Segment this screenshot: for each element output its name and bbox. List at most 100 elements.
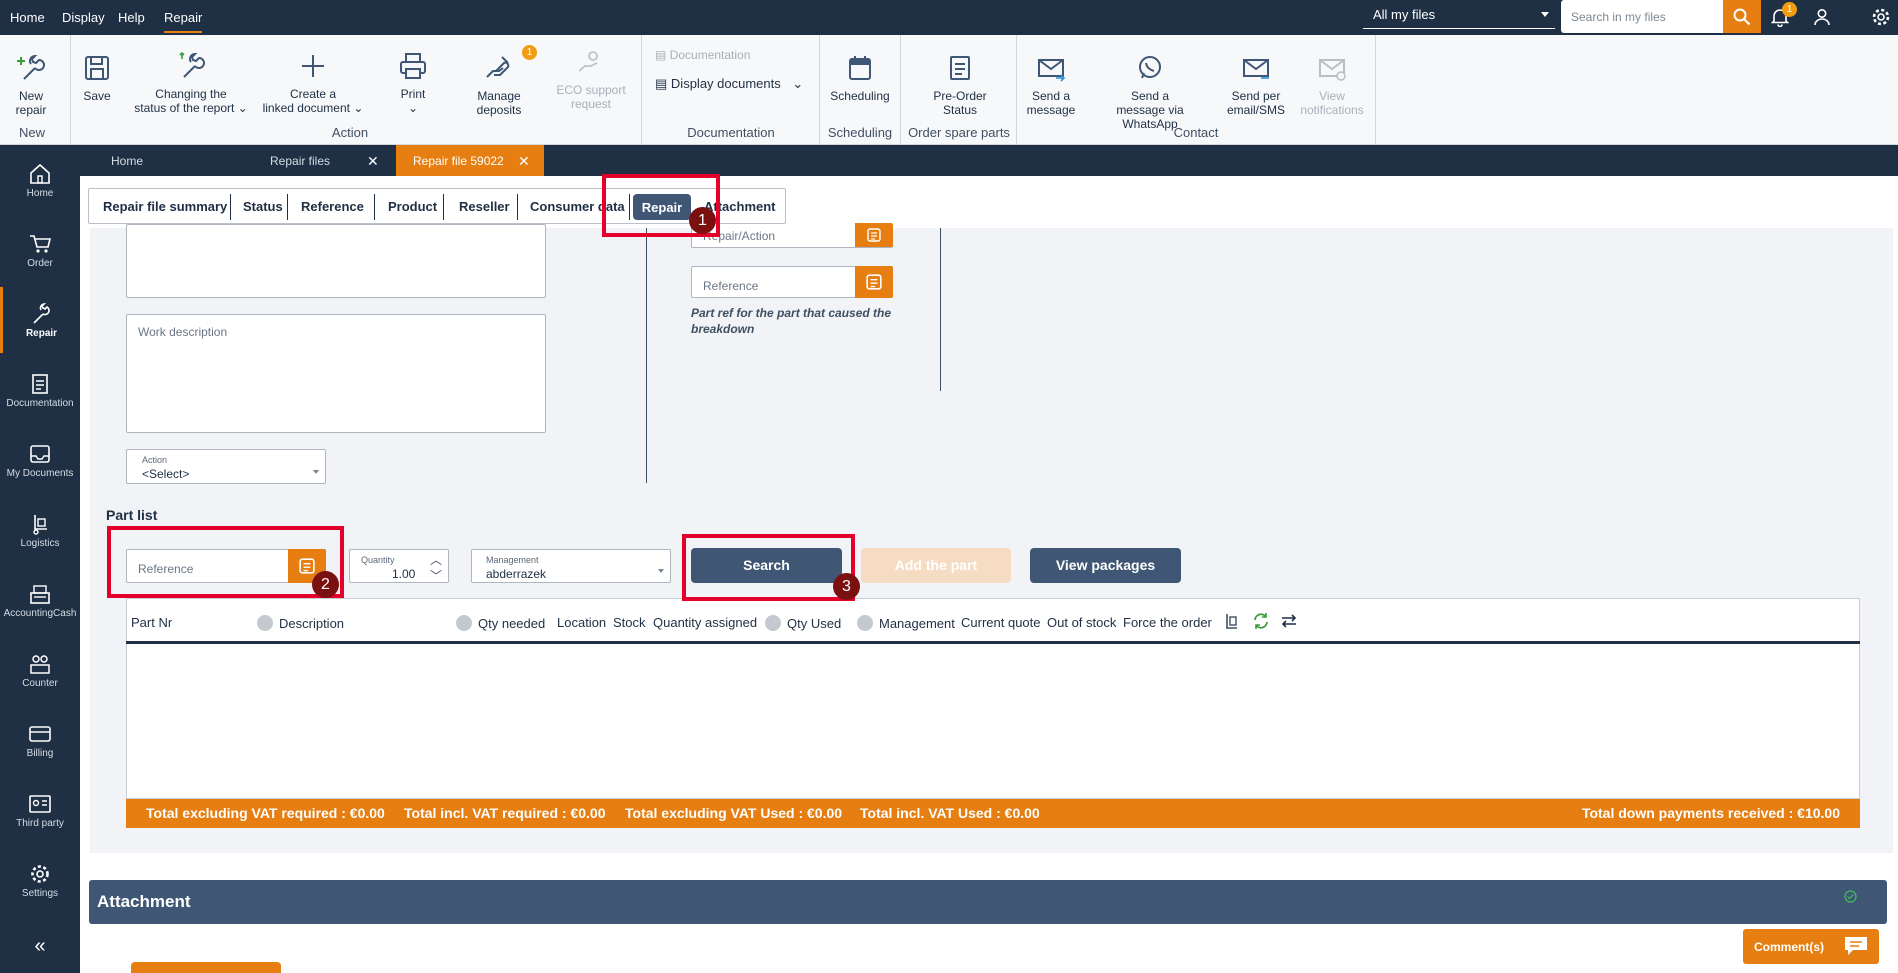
column-management[interactable]: Management [857, 615, 955, 631]
pre-order-label-1: Pre-Order [933, 89, 987, 103]
documentation-button[interactable]: ▤ Documentation [655, 48, 750, 62]
send-whatsapp-button[interactable]: Send a message via WhatsApp [1088, 53, 1212, 131]
quantity-label: Quantity [361, 555, 395, 565]
sidebar-item-order[interactable]: Order [0, 233, 80, 269]
total-excl-vat-used: Total excluding VAT Used : €0.00 [625, 805, 843, 821]
subtab-product[interactable]: Product [388, 199, 437, 214]
display-documents-button[interactable]: ▤ Display documents ⌄ [655, 77, 803, 91]
user-button[interactable] [1810, 5, 1834, 29]
parts-table-header-rule [126, 641, 1860, 644]
sidebar-label: Counter [22, 678, 58, 689]
notifications-button[interactable]: 1 [1768, 2, 1797, 29]
quantity-stepper[interactable]: Quantity 1.00 ︿ ﹀ [349, 549, 449, 583]
manage-deposits-button[interactable]: 1 Manage deposits [470, 45, 537, 117]
manage-deposits-label-1: Manage [477, 89, 521, 103]
whatsapp-icon [1139, 56, 1161, 79]
menu-display[interactable]: Display [62, 10, 105, 25]
scheduling-button[interactable]: Scheduling [828, 53, 892, 103]
floppy-disk-icon [85, 56, 109, 80]
management-select[interactable]: Management abderrazek [471, 549, 671, 583]
change-status-button[interactable]: Changing the status of the report ⌄ [133, 51, 249, 115]
chevron-down-icon[interactable]: ﹀ [430, 567, 442, 584]
sidebar-label: Settings [21, 888, 59, 899]
create-linked-document-button[interactable]: Create a linked document ⌄ [258, 51, 368, 115]
tab-repair-files[interactable]: Repair files [270, 145, 330, 176]
eco-support-request-button[interactable]: ECO support request [552, 47, 630, 111]
reference-lookup-button[interactable] [855, 266, 893, 298]
search-button[interactable] [1723, 0, 1761, 33]
search-input[interactable]: Search in my files [1561, 0, 1723, 33]
column-force-the-order[interactable]: Force the order [1123, 615, 1212, 630]
new-repair-label-2: repair [15, 103, 47, 117]
attachment-section-header[interactable]: Attachment [89, 880, 1887, 924]
column-location[interactable]: Location [557, 615, 606, 630]
pre-order-label-2: Status [942, 103, 978, 117]
view-packages-button[interactable]: View packages [1030, 548, 1181, 583]
gear-icon [31, 865, 49, 883]
work-description-textarea[interactable]: Work description [126, 314, 546, 433]
send-message-label-1: Send a [1031, 89, 1071, 103]
print-button[interactable]: Print ⌄ [393, 51, 433, 115]
column-qty-used[interactable]: Qty Used [765, 615, 841, 631]
repair-action-lookup-button[interactable] [855, 223, 893, 247]
sidebar-label: My Documents [6, 468, 74, 479]
subtab-reference[interactable]: Reference [301, 199, 364, 214]
reference-placeholder: Reference [703, 279, 759, 293]
save-button[interactable]: Save [77, 53, 117, 103]
action-select[interactable]: Action <Select> [126, 449, 326, 484]
send-email-sms-button[interactable]: Send per email/SMS [1224, 53, 1288, 117]
subtab-repair-file-summary[interactable]: Repair file summary [103, 199, 227, 214]
column-out-of-stock[interactable]: Out of stock [1047, 615, 1116, 630]
column-qty-needed[interactable]: Qty needed [456, 615, 545, 631]
settings-button[interactable] [1869, 5, 1893, 29]
scheduling-label: Scheduling [830, 89, 890, 103]
close-icon[interactable]: ✕ [518, 153, 530, 170]
sidebar-item-logistics[interactable]: Logistics [0, 513, 80, 549]
subtab-status[interactable]: Status [243, 199, 283, 214]
file-filter-select[interactable]: All my files [1363, 3, 1555, 29]
refresh-button[interactable] [1252, 612, 1270, 633]
subtab-reseller[interactable]: Reseller [459, 199, 510, 214]
add-part-button[interactable]: Add the part [861, 548, 1011, 583]
swap-button[interactable] [1280, 612, 1298, 633]
add-attachment-button[interactable] [131, 962, 281, 973]
breakdown-reference-field[interactable]: Reference [691, 266, 893, 298]
chevron-down-icon: ⌄ [792, 76, 804, 91]
sidebar-item-settings[interactable]: Settings [0, 863, 80, 899]
sidebar-item-my-documents[interactable]: My Documents [0, 443, 80, 479]
send-message-button[interactable]: Send a message [1025, 53, 1077, 117]
sidebar-item-counter[interactable]: Counter [0, 653, 80, 689]
action-select-value: <Select> [142, 467, 190, 481]
ribbon-group-scheduling: Scheduling [827, 125, 893, 140]
new-repair-button[interactable]: New repair [10, 53, 52, 117]
close-icon[interactable]: ✕ [367, 153, 379, 170]
tab-home[interactable]: Home [111, 145, 143, 176]
menu-repair[interactable]: Repair [164, 10, 203, 33]
menu-help[interactable]: Help [118, 10, 145, 25]
comments-button[interactable]: Comment(s) [1743, 929, 1879, 964]
column-quantity-assigned[interactable]: Quantity assigned [653, 615, 757, 630]
table-settings-button[interactable] [1224, 612, 1240, 633]
sidebar-item-home[interactable]: Home [0, 163, 80, 199]
repair-action-field[interactable]: Repair/Action [691, 223, 893, 248]
tab-label: Repair file 59022 [413, 154, 504, 168]
refresh-icon [1254, 613, 1268, 629]
menu-home[interactable]: Home [10, 10, 45, 25]
sidebar-item-third-party[interactable]: Third party [0, 793, 80, 829]
view-notifications-button[interactable]: View notifications [1296, 53, 1368, 117]
pre-order-status-button[interactable]: Pre-Order Status [928, 53, 992, 117]
column-stock[interactable]: Stock [613, 615, 646, 630]
sidebar-item-documentation[interactable]: Documentation [0, 373, 80, 409]
send-whatsapp-label-1: Send a [1130, 89, 1170, 103]
chevron-up-icon[interactable]: ︿ [430, 551, 442, 568]
column-part-nr[interactable]: Part Nr [131, 615, 172, 630]
tab-repair-file-59022[interactable]: Repair file 59022 ✕ [396, 145, 544, 176]
diagnosis-textarea[interactable] [126, 224, 546, 298]
step-marker-3: 3 [833, 573, 860, 600]
sidebar-item-repair[interactable]: Repair [0, 287, 80, 353]
column-current-quote[interactable]: Current quote [961, 615, 1041, 630]
collapse-sidebar-button[interactable]: « [0, 935, 80, 958]
sidebar-item-accounting-cash[interactable]: AccountingCash [0, 583, 80, 619]
sidebar-item-billing[interactable]: Billing [0, 723, 80, 759]
column-description[interactable]: Description [257, 615, 344, 631]
